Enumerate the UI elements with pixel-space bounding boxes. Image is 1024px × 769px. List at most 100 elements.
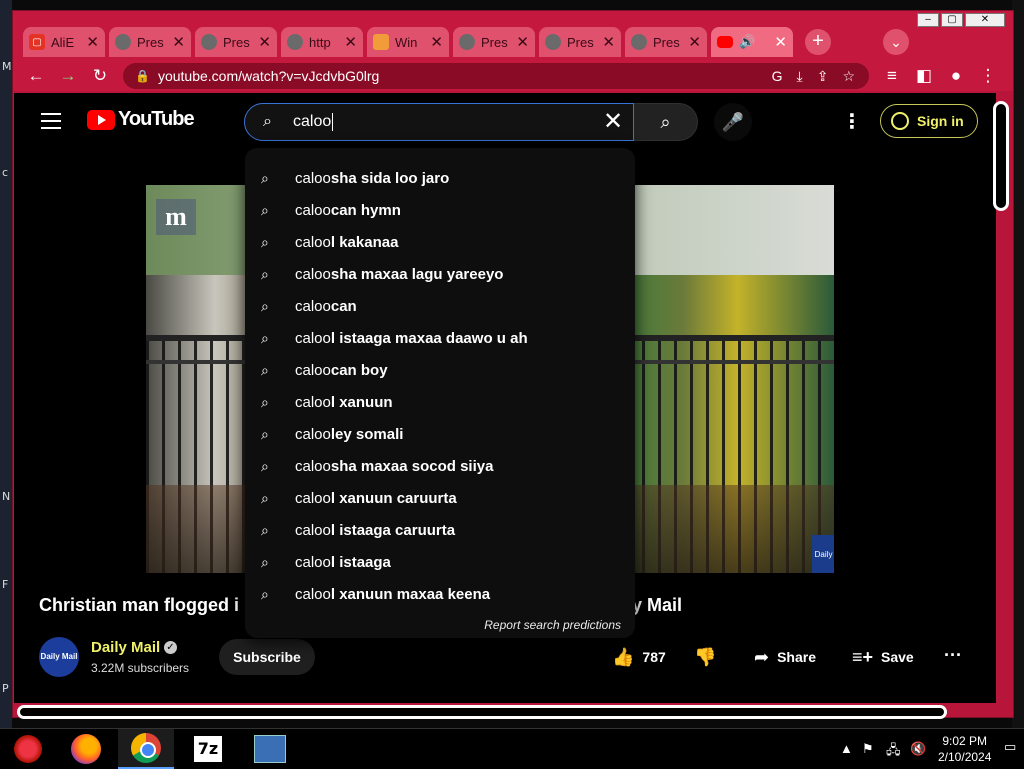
- back-arrow-icon[interactable]: ←: [25, 65, 47, 87]
- channel-avatar[interactable]: Daily Mail: [39, 637, 79, 677]
- minimize-button[interactable]: –: [917, 13, 939, 27]
- close-tab-icon[interactable]: ✕: [344, 33, 357, 51]
- start-button[interactable]: [0, 729, 56, 769]
- search-suggestion-item[interactable]: ⌕ caloocan: [245, 290, 635, 322]
- report-search-predictions-link[interactable]: Report search predictions: [484, 618, 621, 632]
- media-queue-icon[interactable]: ≡: [881, 65, 903, 87]
- suggestion-typed-part: caloo: [295, 361, 331, 379]
- url-text[interactable]: youtube.com/watch?v=vJcdvbG0lrg: [158, 68, 772, 84]
- tab-http[interactable]: http ✕: [281, 27, 363, 57]
- tab-pres-4[interactable]: Pres ✕: [539, 27, 621, 57]
- horizontal-scrollbar-thumb[interactable]: [17, 705, 947, 719]
- tab-search-chevron-icon[interactable]: ⌄: [883, 29, 909, 55]
- search-suggestion-item[interactable]: ⌕ calool istaaga maxaa daawo u ah: [245, 322, 635, 354]
- search-icon: ⌕: [261, 521, 269, 538]
- taskbar-7zip[interactable]: 7z: [180, 729, 236, 769]
- search-suggestion-item[interactable]: ⌕ caloosha maxaa socod siiya: [245, 450, 635, 482]
- like-button[interactable]: 👍 787: [612, 639, 666, 675]
- close-tab-icon[interactable]: ✕: [430, 33, 443, 51]
- close-window-button[interactable]: ✕: [965, 13, 1005, 27]
- lock-icon[interactable]: 🔒: [135, 69, 150, 83]
- clear-search-icon[interactable]: ✕: [599, 108, 627, 136]
- tab-win[interactable]: Win ✕: [367, 27, 449, 57]
- maximize-button[interactable]: ▢: [941, 13, 963, 27]
- daily-mail-corner-logo: Daily Mail: [812, 535, 834, 573]
- show-hidden-icons-arrow-icon[interactable]: ▲: [840, 741, 853, 756]
- install-app-icon[interactable]: ⤓: [797, 68, 803, 85]
- tab-youtube-active[interactable]: 🔊 ✕: [711, 27, 793, 57]
- search-input[interactable]: ⌕ caloo ✕: [244, 103, 634, 141]
- search-suggestion-item[interactable]: ⌕ caloosha sida loo jaro: [245, 162, 635, 194]
- volume-muted-icon[interactable]: 🔇: [910, 741, 926, 757]
- suggestion-text: caloocan hymn: [295, 202, 401, 219]
- taskbar-firefox[interactable]: [58, 729, 114, 769]
- browser-menu-kebab-icon[interactable]: ⋮: [977, 65, 999, 87]
- close-tab-icon[interactable]: ✕: [774, 33, 787, 51]
- sign-in-button[interactable]: Sign in: [880, 104, 978, 138]
- taskbar-chrome[interactable]: [118, 729, 174, 769]
- close-tab-icon[interactable]: ✕: [516, 33, 529, 51]
- share-icon[interactable]: ⇪: [817, 68, 829, 85]
- search-suggestion-item[interactable]: ⌕ calool istaaga caruurta: [245, 514, 635, 546]
- search-suggestion-item[interactable]: ⌕ caloocan hymn: [245, 194, 635, 226]
- network-icon[interactable]: 🖧: [886, 741, 901, 763]
- search-suggestion-item[interactable]: ⌕ calool kakanaa: [245, 226, 635, 258]
- search-suggestion-item[interactable]: ⌕ calooley somali: [245, 418, 635, 450]
- youtube-logo[interactable]: YouTube: [87, 108, 195, 131]
- share-button[interactable]: ➦ Share: [754, 639, 816, 675]
- show-desktop-icon[interactable]: ▭: [1004, 739, 1016, 755]
- channel-name[interactable]: Daily Mail: [91, 639, 160, 656]
- account-circle-icon: [891, 112, 909, 130]
- tab-pres-5[interactable]: Pres ✕: [625, 27, 707, 57]
- address-bar[interactable]: 🔒 youtube.com/watch?v=vJcdvbG0lrg G ⤓ ⇪ …: [123, 63, 869, 89]
- hamburger-menu-icon[interactable]: [41, 113, 61, 134]
- side-panel-icon[interactable]: ◧: [913, 65, 935, 87]
- search-suggestion-item[interactable]: ⌕ calool istaaga: [245, 546, 635, 578]
- tab-pres-2[interactable]: Pres ✕: [195, 27, 277, 57]
- suggestion-typed-part: caloo: [295, 585, 331, 603]
- desktop-icon-label-fragment: M: [2, 60, 12, 73]
- subscribe-button[interactable]: Subscribe: [219, 639, 315, 675]
- channel-row: Daily Mail Daily Mail ✓ 3.22M subscriber…: [14, 633, 996, 683]
- search-button[interactable]: ⌕: [634, 103, 698, 141]
- close-tab-icon[interactable]: ✕: [258, 33, 271, 51]
- close-tab-icon[interactable]: ✕: [86, 33, 99, 51]
- search-suggestion-item[interactable]: ⌕ calool xanuun: [245, 386, 635, 418]
- bookmark-star-icon[interactable]: ☆: [842, 68, 855, 85]
- close-tab-icon[interactable]: ✕: [602, 33, 615, 51]
- forward-arrow-icon[interactable]: →: [57, 65, 79, 87]
- thumbs-up-icon: 👍: [612, 647, 635, 667]
- reload-icon[interactable]: ↻: [89, 65, 111, 87]
- profile-avatar-icon[interactable]: ●: [945, 65, 967, 87]
- close-tab-icon[interactable]: ✕: [688, 33, 701, 51]
- close-tab-icon[interactable]: ✕: [172, 33, 185, 51]
- search-suggestion-item[interactable]: ⌕ caloocan boy: [245, 354, 635, 386]
- taskbar-control-panel[interactable]: [242, 729, 298, 769]
- suggestion-completion: can hymn: [330, 201, 401, 219]
- vertical-scrollbar-thumb[interactable]: [993, 101, 1009, 211]
- suggestion-typed-part: caloo: [295, 521, 331, 539]
- new-tab-button[interactable]: +: [805, 29, 831, 55]
- tab-pres-1[interactable]: Pres ✕: [109, 27, 191, 57]
- settings-kebab-icon[interactable]: ⋮: [842, 109, 862, 134]
- google-lens-icon[interactable]: G: [772, 68, 783, 84]
- more-actions-icon[interactable]: ···: [944, 645, 962, 666]
- search-suggestion-item[interactable]: ⌕ caloosha maxaa lagu yareeyo: [245, 258, 635, 290]
- search-icon: ⌕: [261, 553, 269, 570]
- voice-search-mic-icon[interactable]: 🎤: [714, 103, 752, 141]
- suggestion-text: calool xanuun caruurta: [295, 490, 457, 507]
- tab-pres-3[interactable]: Pres ✕: [453, 27, 535, 57]
- chrome-icon: [131, 733, 161, 763]
- suggestion-text: calool xanuun maxaa keena: [295, 586, 490, 603]
- save-label: Save: [881, 649, 914, 665]
- save-button[interactable]: ≡+ Save: [852, 639, 914, 675]
- action-center-flag-icon[interactable]: ⚑: [862, 741, 874, 757]
- system-clock[interactable]: 9:02 PM 2/10/2024: [938, 733, 991, 765]
- speaker-icon[interactable]: 🔊: [739, 34, 770, 50]
- search-icon: ⌕: [261, 297, 269, 314]
- search-suggestion-item[interactable]: ⌕ calool xanuun maxaa keena: [245, 578, 635, 610]
- search-suggestion-item[interactable]: ⌕ calool xanuun caruurta: [245, 482, 635, 514]
- tab-aliexpress[interactable]: ▢ AliE ✕: [23, 27, 105, 57]
- search-query-text[interactable]: caloo: [293, 113, 334, 131]
- dislike-button[interactable]: 👎: [694, 639, 724, 675]
